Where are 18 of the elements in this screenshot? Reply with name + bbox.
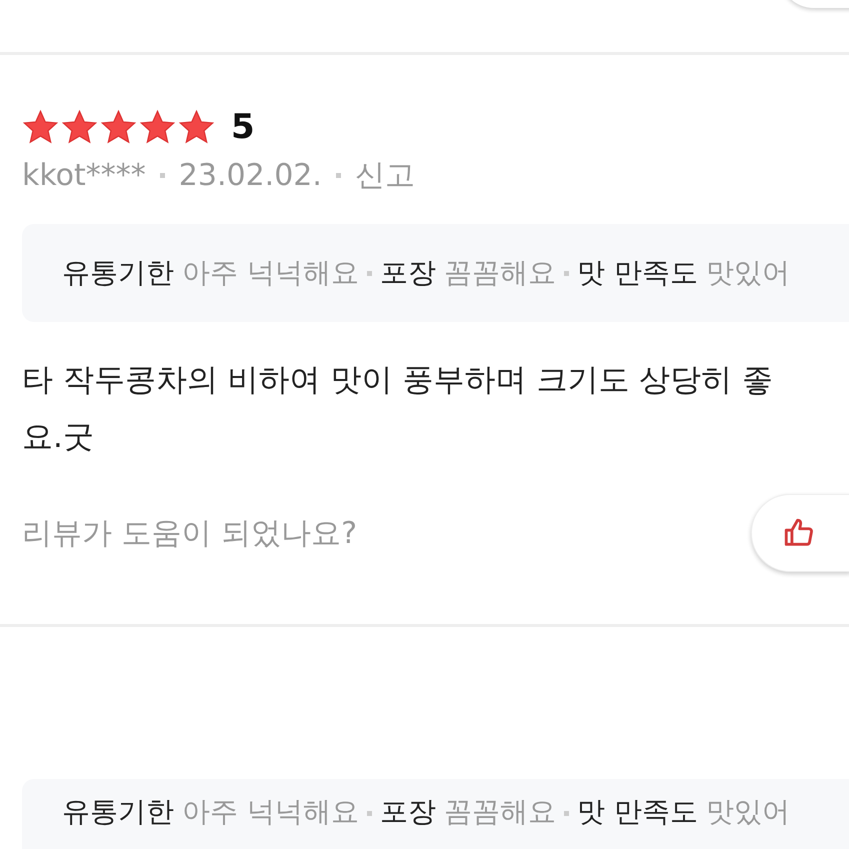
tag-label: 포장 xyxy=(380,255,436,291)
report-link[interactable]: 신고 xyxy=(354,155,415,196)
rating-score: 5 xyxy=(231,107,255,147)
tag-label: 포장 xyxy=(380,794,436,830)
tag-value: 아주 넉넉해요 xyxy=(182,255,359,291)
tag-value: 맛있어 xyxy=(706,255,790,291)
tag-value: 맛있어 xyxy=(706,794,790,830)
tag-value: 꼼꼼해요 xyxy=(444,255,556,291)
review-text: 타 작두콩차의 비하여 맛이 풍부하며 크기도 상당히 좋 요.굿 xyxy=(22,361,774,457)
tag-label: 맛 만족도 xyxy=(576,255,698,291)
tag-label: 유통기한 xyxy=(62,794,174,830)
tag-value: 아주 넉넉해요 xyxy=(182,794,359,830)
tag-label: 유통기한 xyxy=(62,255,174,291)
tag-label: 맛 만족도 xyxy=(576,794,698,830)
tag-value: 꼼꼼해요 xyxy=(444,794,556,830)
author-name: kkot**** xyxy=(22,158,146,193)
review-date: 23.02.02. xyxy=(178,158,322,193)
helpful-prompt: 리뷰가 도움이 되었나요? xyxy=(22,514,357,552)
